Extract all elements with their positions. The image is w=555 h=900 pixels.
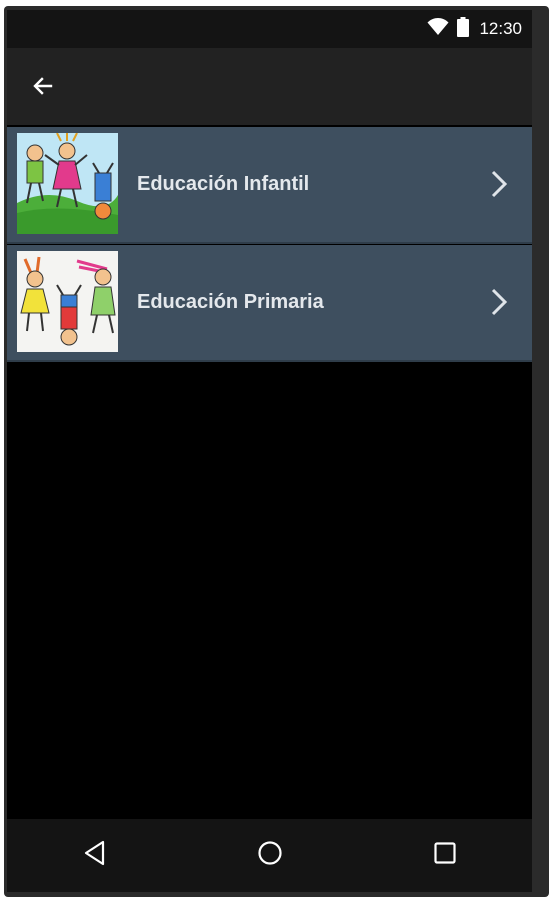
app-bar [7,48,532,125]
item-label: Educación Primaria [137,291,324,313]
device: 12:30 Educación Infantil Educación Prima… [0,0,555,900]
back-button[interactable] [25,70,61,106]
nav-back-button[interactable] [75,836,115,876]
education-list: Educación Infantil Educación Primaria [7,127,532,362]
nav-recents-button[interactable] [425,836,465,876]
battery-icon [457,16,470,42]
wifi-icon [427,17,449,41]
recents-square-icon [433,841,457,870]
status-bar: 12:30 [7,10,532,48]
navigation-bar [7,819,532,892]
infantil-thumbnail [17,133,118,234]
list-item-educacion-infantil[interactable]: Educación Infantil [7,127,532,244]
back-triangle-icon [82,840,108,871]
nav-home-button[interactable] [250,836,290,876]
screen: 12:30 Educación Infantil Educación Prima… [7,10,532,892]
item-label: Educación Infantil [137,173,310,195]
primaria-thumbnail [17,251,118,352]
chevron-right-icon [488,169,512,199]
home-circle-icon [257,840,283,871]
chevron-right-icon [488,287,512,317]
list-item-educacion-primaria[interactable]: Educación Primaria [7,245,532,362]
status-icons: 12:30 [427,10,522,48]
back-arrow-icon [31,74,55,103]
status-time: 12:30 [479,19,522,38]
